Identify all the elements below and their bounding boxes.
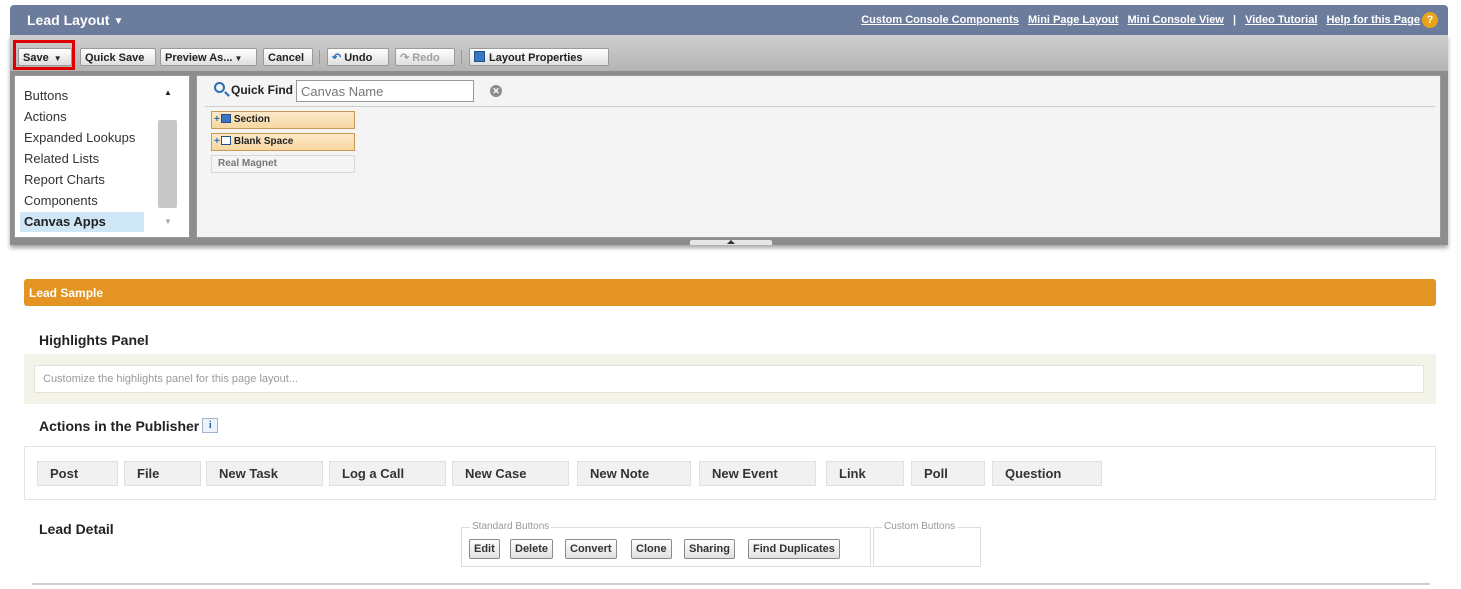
custom-buttons-group[interactable]: Custom Buttons [873, 521, 981, 567]
category-buttons[interactable]: Buttons [20, 86, 144, 106]
lead-sample-title: Lead Sample [29, 286, 104, 300]
scroll-down-icon[interactable]: ▼ [164, 217, 172, 226]
palette-item-blank-space[interactable]: + Blank Space [211, 133, 355, 151]
mini-page-layout-link[interactable]: Mini Page Layout [1028, 14, 1118, 26]
help-link[interactable]: Help for this Page [1326, 14, 1420, 26]
cancel-button[interactable]: Cancel [263, 48, 313, 66]
category-related-lists[interactable]: Related Lists [20, 149, 144, 169]
layout-properties-label: Layout Properties [489, 52, 583, 64]
standard-buttons-label: Standard Buttons [470, 521, 552, 532]
lead-sample-header: Lead Sample [24, 279, 1436, 306]
palette-item-real-magnet[interactable]: Real Magnet [211, 155, 355, 173]
page-header: Lead Layout ▼ Custom Console Components M… [10, 5, 1448, 35]
save-highlight-box [13, 40, 75, 70]
page-title: Lead Layout [27, 12, 110, 28]
chevron-down-icon: ▼ [113, 15, 124, 27]
publisher-action[interactable]: New Case [452, 461, 569, 486]
redo-button[interactable]: ↷ Redo [395, 48, 455, 66]
publisher-action[interactable]: New Note [577, 461, 691, 486]
standard-buttons-group: Standard Buttons Edit Delete Convert Clo… [461, 521, 871, 567]
publisher-action[interactable]: Link [826, 461, 904, 486]
plus-icon: + [214, 136, 220, 147]
publisher-action[interactable]: New Task [206, 461, 323, 486]
section-divider [32, 583, 1430, 585]
palette-item-label: Section [233, 114, 270, 125]
layout-palette: Save ▼ Quick Save Preview As... ▼ Cancel … [10, 35, 1448, 245]
edit-button[interactable]: Edit [469, 539, 500, 559]
scroll-up-icon[interactable]: ▲ [164, 88, 172, 97]
sharing-button[interactable]: Sharing [684, 539, 735, 559]
layout-properties-button[interactable]: Layout Properties [469, 48, 609, 66]
quick-save-button[interactable]: Quick Save [80, 48, 156, 66]
header-links: Custom Console Components Mini Page Layo… [855, 14, 1420, 26]
link-separator: | [1232, 14, 1237, 26]
blank-space-icon [220, 136, 231, 145]
highlights-panel-placeholder: Customize the highlights panel for this … [34, 365, 1424, 393]
preview-as-label: Preview As... [165, 52, 233, 64]
publisher-action[interactable]: Question [992, 461, 1102, 486]
search-icon [214, 82, 225, 93]
publisher-action[interactable]: File [124, 461, 201, 486]
highlights-panel[interactable]: Customize the highlights panel for this … [24, 354, 1436, 404]
publisher-title-row: Actions in the Publisher i [39, 418, 219, 434]
publisher-action[interactable]: New Event [699, 461, 816, 486]
palette-item-section[interactable]: + Section [211, 111, 355, 129]
category-actions[interactable]: Actions [20, 107, 144, 127]
clear-icon[interactable]: ✕ [490, 85, 502, 97]
quick-find-bar: Quick Find ✕ [205, 80, 1435, 107]
undo-button[interactable]: ↶ Undo [327, 48, 389, 66]
help-icon[interactable]: ? [1422, 12, 1438, 28]
publisher-action[interactable]: Log a Call [329, 461, 446, 486]
convert-button[interactable]: Convert [565, 539, 617, 559]
highlights-panel-title: Highlights Panel [39, 332, 149, 348]
publisher-actions-area: Post File New Task Log a Call New Case N… [24, 446, 1436, 500]
lead-detail-title: Lead Detail [39, 521, 114, 537]
toolbar: Save ▼ Quick Save Preview As... ▼ Cancel … [10, 35, 1448, 71]
category-scrollbar[interactable]: ▲ ▼ [155, 76, 183, 237]
layout-properties-icon [474, 51, 485, 62]
toolbar-separator [461, 50, 462, 64]
palette-collapse-handle[interactable] [690, 240, 772, 245]
publisher-action[interactable]: Poll [911, 461, 985, 486]
category-components[interactable]: Components [20, 191, 144, 211]
find-duplicates-button[interactable]: Find Duplicates [748, 539, 840, 559]
publisher-action[interactable]: Post [37, 461, 118, 486]
scrollbar-thumb[interactable] [158, 120, 177, 208]
toolbar-separator [319, 50, 320, 64]
redo-label: Redo [412, 52, 440, 64]
category-list: Buttons Actions Expanded Lookups Related… [14, 75, 190, 238]
category-expanded-lookups[interactable]: Expanded Lookups [20, 128, 144, 148]
quick-find-input[interactable] [296, 80, 474, 102]
info-icon[interactable]: i [202, 418, 219, 433]
plus-icon: + [214, 114, 220, 125]
clone-button[interactable]: Clone [631, 539, 672, 559]
chevron-down-icon: ▼ [234, 54, 243, 63]
publisher-title: Actions in the Publisher [39, 418, 200, 434]
section-icon [220, 114, 231, 123]
undo-icon: ↶ [332, 52, 342, 64]
undo-label: Undo [344, 52, 373, 64]
custom-buttons-label: Custom Buttons [882, 521, 958, 532]
video-tutorial-link[interactable]: Video Tutorial [1245, 14, 1317, 26]
preview-as-button[interactable]: Preview As... ▼ [160, 48, 257, 66]
layout-title-menu[interactable]: Lead Layout ▼ [27, 12, 123, 28]
redo-icon: ↷ [400, 52, 410, 64]
delete-button[interactable]: Delete [510, 539, 554, 559]
category-canvas-apps[interactable]: Canvas Apps [20, 212, 144, 232]
custom-console-components-link[interactable]: Custom Console Components [861, 14, 1019, 26]
category-report-charts[interactable]: Report Charts [20, 170, 144, 190]
palette-item-label: Blank Space [233, 136, 294, 147]
palette-items-panel: Quick Find ✕ + Section + Blank Space Real … [196, 75, 1441, 238]
mini-console-view-link[interactable]: Mini Console View [1128, 14, 1224, 26]
quick-find-label: Quick Find [231, 83, 294, 97]
